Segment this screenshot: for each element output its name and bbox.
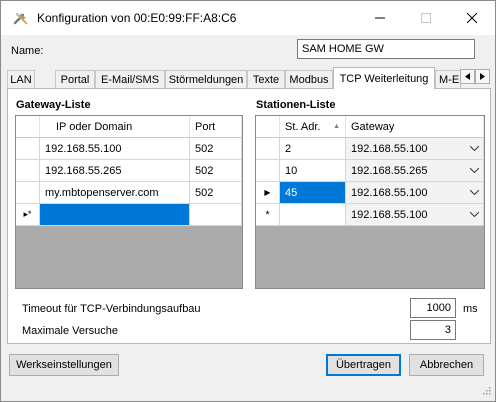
gateway-grid-corner [16, 116, 40, 138]
timeout-unit: ms [463, 303, 478, 315]
tab-texte[interactable]: Texte [247, 70, 285, 88]
table-row[interactable]: 192.168.55.265 502 [16, 160, 242, 182]
station-gateway-combo[interactable]: 192.168.55.100 [346, 204, 484, 226]
timeout-label: Timeout für TCP-Verbindungsaufbau [22, 303, 201, 315]
station-gateway-combo[interactable]: 192.168.55.100 [346, 182, 484, 204]
station-list-title: Stationen-Liste [256, 99, 336, 111]
chevron-right-icon [479, 73, 485, 80]
status-bar [1, 381, 495, 401]
station-grid[interactable]: St. Adr. ▲ Gateway 2 192.168.55.100 10 1… [255, 115, 485, 289]
gateway-port-cell[interactable]: 502 [190, 182, 242, 204]
row-header[interactable] [16, 182, 40, 204]
station-grid-header: St. Adr. ▲ Gateway [256, 116, 484, 138]
tab-m-e[interactable]: M-E [435, 70, 461, 88]
tab-scroll-left-button[interactable] [460, 69, 475, 84]
current-row-marker[interactable]: ▶ [256, 182, 280, 204]
chevron-down-icon[interactable] [460, 138, 483, 159]
apply-button[interactable]: Übertragen [326, 354, 401, 376]
column-header-gateway[interactable]: Gateway [346, 116, 484, 138]
new-row-marker[interactable]: ▸* [16, 204, 40, 226]
gateway-grid[interactable]: IP oder Domain Port 192.168.55.100 502 1… [15, 115, 243, 289]
chevron-left-icon [464, 73, 470, 80]
station-gateway-value: 192.168.55.100 [351, 142, 428, 155]
new-row-marker[interactable]: * [256, 204, 280, 226]
timeout-input[interactable] [410, 298, 456, 318]
station-addr-cell[interactable]: 10 [280, 160, 346, 182]
tab-email-sms[interactable]: E-Mail/SMS [95, 70, 165, 88]
window-title: Konfiguration von 00:E0:99:FF:A8:C6 [37, 11, 237, 25]
station-addr-new-cell[interactable] [280, 204, 346, 226]
maximize-button[interactable] [403, 1, 449, 35]
station-gateway-combo[interactable]: 192.168.55.265 [346, 160, 484, 182]
gateway-port-cell[interactable]: 502 [190, 160, 242, 182]
row-header[interactable] [256, 138, 280, 160]
minimize-button[interactable] [357, 1, 403, 35]
factory-defaults-button[interactable]: Werkseinstellungen [9, 354, 119, 376]
tab-strip: LAN Portal E-Mail/SMS Störmeldungen Text… [7, 67, 493, 89]
row-header[interactable] [16, 138, 40, 160]
gateway-port-cell[interactable]: 502 [190, 138, 242, 160]
title-bar[interactable]: Konfiguration von 00:E0:99:FF:A8:C6 [1, 1, 495, 35]
configuration-window: Konfiguration von 00:E0:99:FF:A8:C6 Name… [0, 0, 496, 402]
station-grid-corner [256, 116, 280, 138]
gateway-new-row[interactable]: ▸* [16, 204, 242, 226]
chevron-down-icon[interactable] [460, 182, 483, 203]
row-header[interactable] [256, 160, 280, 182]
tab-portal[interactable]: Portal [55, 70, 95, 88]
gateway-host-cell[interactable]: my.mbtopenserver.com [40, 182, 190, 204]
station-new-row[interactable]: * 192.168.55.100 [256, 204, 484, 226]
gateway-list-title: Gateway-Liste [16, 99, 91, 111]
tab-tcp-weiterleitung[interactable]: TCP Weiterleitung [333, 67, 435, 89]
sort-ascending-icon: ▲ [333, 123, 340, 130]
tab-scroll-right-button[interactable] [475, 69, 490, 84]
gateway-port-new-cell[interactable] [190, 204, 242, 226]
gateway-host-cell[interactable]: 192.168.55.265 [40, 160, 190, 182]
close-button[interactable] [449, 1, 495, 35]
column-header-port[interactable]: Port [190, 116, 242, 138]
gateway-host-new-cell[interactable] [40, 204, 190, 226]
retries-label: Maximale Versuche [22, 325, 118, 337]
station-addr-cell[interactable]: 2 [280, 138, 346, 160]
name-input[interactable] [297, 39, 475, 59]
wrench-screwdriver-icon [13, 10, 29, 26]
chevron-down-icon[interactable] [460, 160, 483, 181]
table-row[interactable]: my.mbtopenserver.com 502 [16, 182, 242, 204]
gateway-host-cell[interactable]: 192.168.55.100 [40, 138, 190, 160]
station-addr-cell-selected[interactable]: 45 [280, 182, 346, 204]
column-header-ip[interactable]: IP oder Domain [40, 116, 190, 138]
table-row[interactable]: ▶ 45 192.168.55.100 [256, 182, 484, 204]
retries-input[interactable] [410, 320, 456, 340]
name-label: Name: [11, 45, 44, 57]
row-header[interactable] [16, 160, 40, 182]
table-row[interactable]: 192.168.55.100 502 [16, 138, 242, 160]
tab-lan[interactable]: LAN [7, 70, 35, 88]
resize-grip-icon[interactable] [481, 385, 491, 398]
cancel-button[interactable]: Abbrechen [409, 354, 484, 376]
station-gateway-value: 192.168.55.100 [351, 208, 428, 221]
station-gateway-combo[interactable]: 192.168.55.100 [346, 138, 484, 160]
tab-page-tcp-weiterleitung: Gateway-Liste Stationen-Liste IP oder Do… [7, 88, 491, 344]
station-gateway-value: 192.168.55.100 [351, 186, 428, 199]
chevron-down-icon[interactable] [460, 204, 483, 225]
tab-modbus[interactable]: Modbus [285, 70, 333, 88]
table-row[interactable]: 10 192.168.55.265 [256, 160, 484, 182]
station-gateway-value: 192.168.55.265 [351, 164, 428, 177]
table-row[interactable]: 2 192.168.55.100 [256, 138, 484, 160]
column-header-st-adr-label: St. Adr. [285, 120, 321, 133]
gateway-grid-header: IP oder Domain Port [16, 116, 242, 138]
tab-stoermeldungen[interactable]: Störmeldungen [165, 70, 247, 88]
column-header-st-adr[interactable]: St. Adr. ▲ [280, 116, 346, 138]
